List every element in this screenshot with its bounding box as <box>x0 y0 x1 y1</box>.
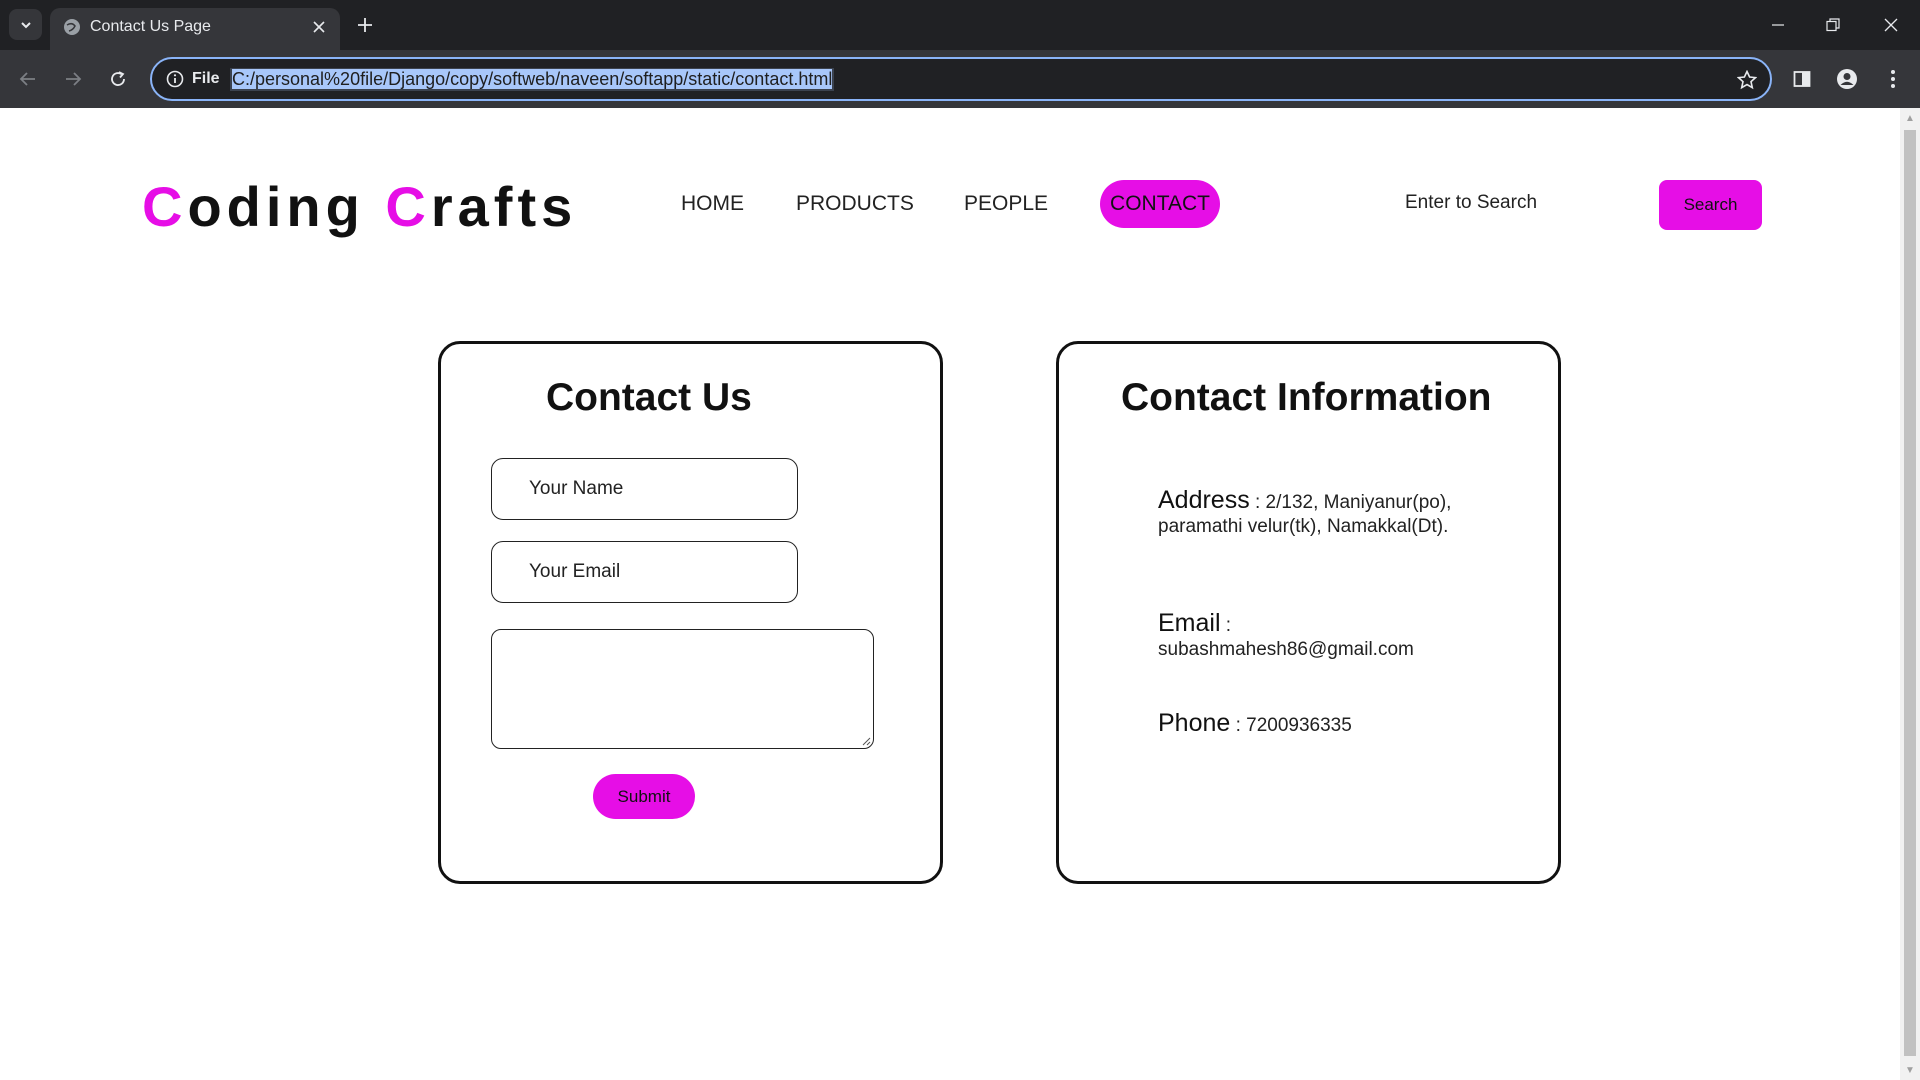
profile-button[interactable] <box>1834 66 1860 92</box>
contact-form-card: Contact Us Your Name Your Email Submit <box>438 341 943 884</box>
restore-icon <box>1826 18 1840 32</box>
side-panel-button[interactable] <box>1789 66 1815 92</box>
menu-icon <box>1891 70 1895 88</box>
address-bar[interactable]: File C:/personal%20file/Django/copy/soft… <box>150 57 1772 101</box>
address-block: Address : 2/132, Maniyanur(po), paramath… <box>1158 488 1498 539</box>
email-separator: : <box>1220 615 1232 636</box>
browser-tab-bar: Contact Us Page <box>0 0 1920 50</box>
bookmark-button[interactable] <box>1736 69 1758 91</box>
phone-block: Phone : 7200936335 <box>1158 711 1498 738</box>
url-selected-text: C:/personal%20file/Django/copy/softweb/n… <box>232 69 833 89</box>
vertical-scrollbar[interactable]: ▲ ▼ <box>1900 108 1920 1080</box>
url-text[interactable]: C:/personal%20file/Django/copy/softweb/n… <box>230 68 835 91</box>
logo-letter-c1: C <box>142 175 188 238</box>
contact-info-title: Contact Information <box>1121 376 1492 419</box>
logo-text-crafts: rafts <box>430 175 578 238</box>
nav-products[interactable]: PRODUCTS <box>796 180 914 228</box>
email-label: Email <box>1158 609 1221 637</box>
phone-label: Phone <box>1158 709 1231 737</box>
logo-text-coding: oding <box>187 175 386 238</box>
back-icon <box>19 72 35 86</box>
site-info-label: File <box>192 70 220 87</box>
forward-button[interactable] <box>60 66 86 92</box>
side-panel-icon <box>1793 71 1811 87</box>
active-tab[interactable]: Contact Us Page <box>50 8 340 50</box>
info-icon <box>166 70 184 88</box>
scrollbar-thumb[interactable] <box>1904 130 1916 1056</box>
minimize-button[interactable] <box>1765 12 1791 38</box>
email-block: Email : subashmahesh86@gmail.com <box>1158 611 1498 662</box>
resize-grip-icon[interactable] <box>861 736 871 746</box>
nav-contact[interactable]: CONTACT <box>1100 180 1220 228</box>
site-info-button[interactable]: File <box>162 65 230 93</box>
address-label: Address <box>1158 486 1250 514</box>
name-field[interactable]: Your Name <box>491 458 798 520</box>
phone-value: : 7200936335 <box>1230 715 1352 736</box>
chevron-down-icon <box>20 21 31 28</box>
page-viewport: Coding Crafts HOME PRODUCTS PEOPLE CONTA… <box>0 108 1920 1080</box>
search-button[interactable]: Search <box>1659 180 1762 230</box>
message-textarea[interactable] <box>491 629 874 749</box>
email-field[interactable]: Your Email <box>491 541 798 603</box>
contact-info-card: Contact Information Address : 2/132, Man… <box>1056 341 1561 884</box>
browser-toolbar: File C:/personal%20file/Django/copy/soft… <box>0 50 1920 108</box>
search-input[interactable]: Enter to Search <box>1405 192 1537 214</box>
reload-icon <box>111 71 125 86</box>
scroll-up-arrow-icon[interactable]: ▲ <box>1900 108 1920 128</box>
submit-button[interactable]: Submit <box>593 774 695 819</box>
tab-search-button[interactable] <box>9 9 42 40</box>
plus-icon <box>358 18 372 32</box>
tab-title: Contact Us Page <box>90 18 211 35</box>
browser-menu-button[interactable] <box>1880 66 1906 92</box>
new-tab-button[interactable] <box>352 12 378 38</box>
restore-button[interactable] <box>1820 12 1846 38</box>
back-button[interactable] <box>15 66 41 92</box>
star-icon <box>1737 70 1757 90</box>
nav-people[interactable]: PEOPLE <box>964 180 1048 228</box>
minimize-icon <box>1772 24 1784 26</box>
profile-icon <box>1837 69 1857 89</box>
email-value: subashmahesh86@gmail.com <box>1158 639 1414 660</box>
forward-icon <box>66 72 82 86</box>
scroll-down-arrow-icon[interactable]: ▼ <box>1900 1060 1920 1080</box>
close-window-button[interactable] <box>1878 12 1904 38</box>
close-icon <box>313 21 325 33</box>
globe-icon <box>64 19 80 35</box>
reload-button[interactable] <box>105 66 131 92</box>
logo-letter-c2: C <box>385 175 431 238</box>
close-icon <box>1884 18 1898 32</box>
site-logo[interactable]: Coding Crafts <box>142 174 577 239</box>
contact-form-title: Contact Us <box>546 376 752 419</box>
tab-close-button[interactable] <box>308 16 330 38</box>
nav-home[interactable]: HOME <box>681 180 744 228</box>
